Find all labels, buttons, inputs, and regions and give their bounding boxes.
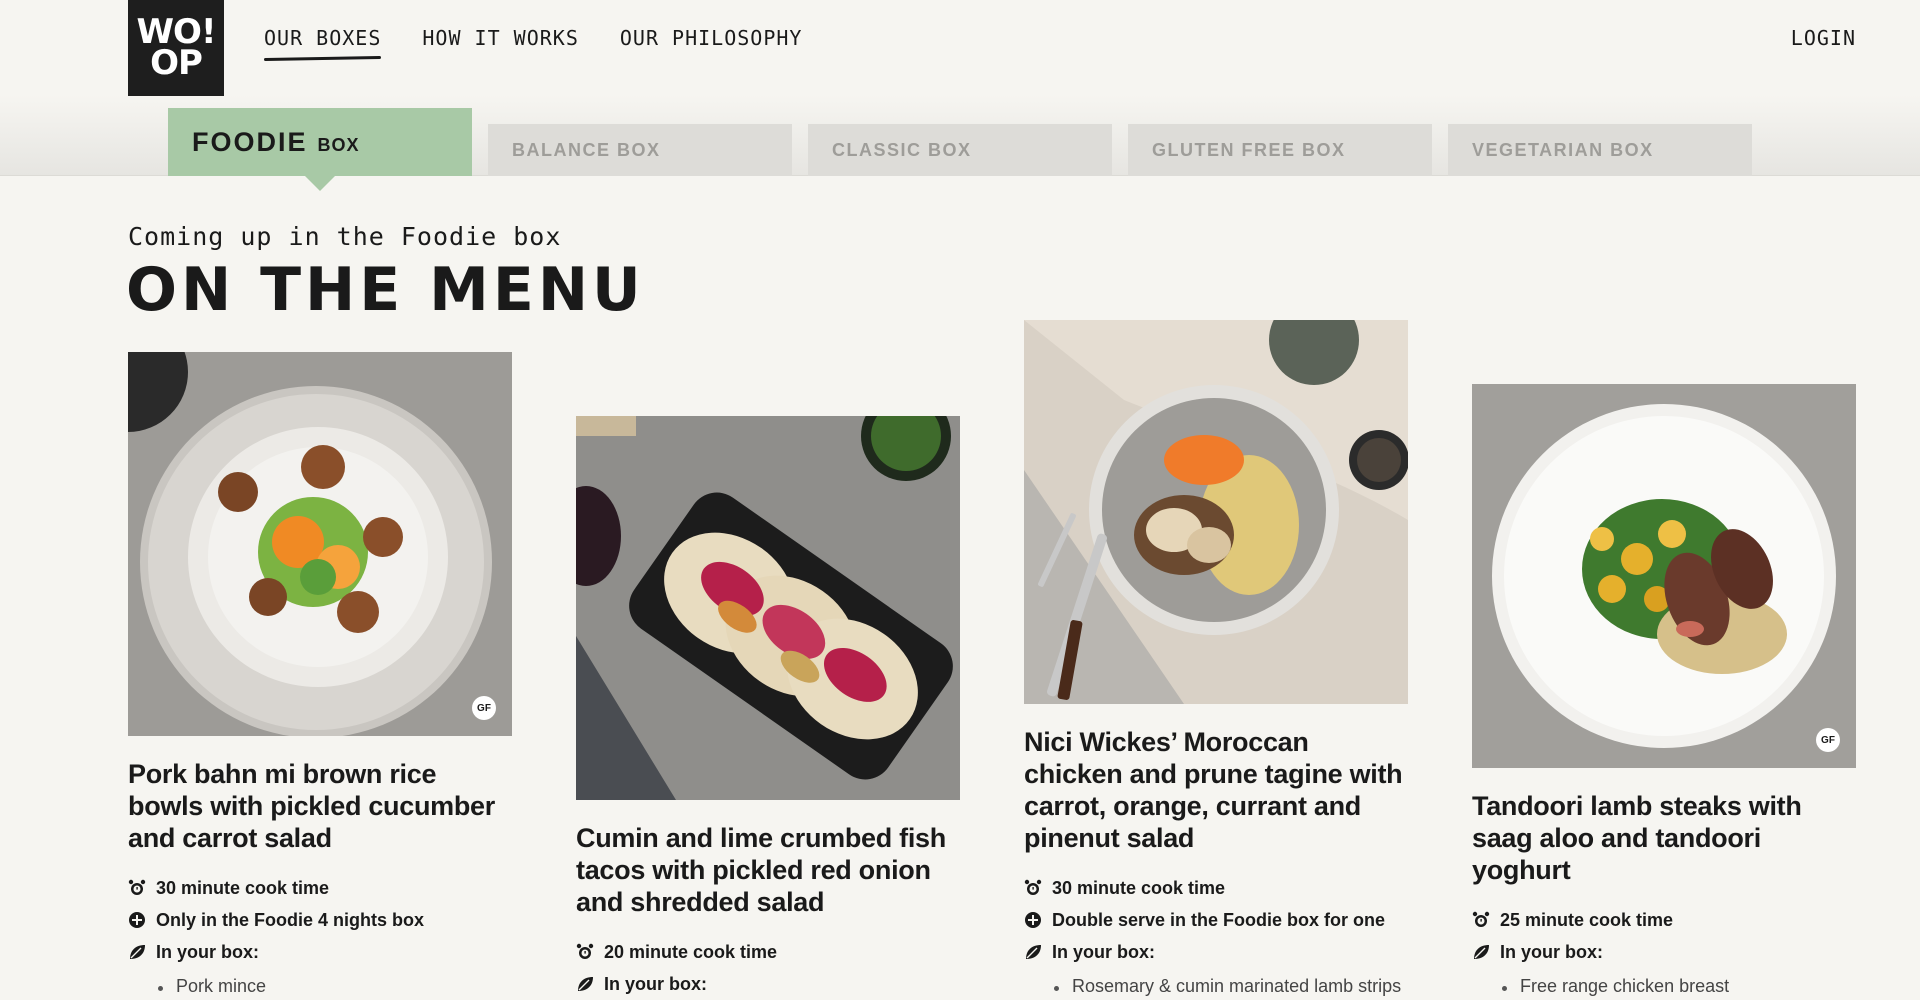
cook-time-text: 25 minute cook time xyxy=(1500,909,1674,930)
logo[interactable]: WO! OP xyxy=(128,0,224,96)
tab-classic-box[interactable]: CLASSIC BOX xyxy=(808,124,1112,176)
cook-time-row: 20 minute cook time xyxy=(576,936,960,968)
login-link[interactable]: LOGIN xyxy=(1791,26,1856,50)
tab-foodie-sub: BOX xyxy=(317,134,360,155)
cook-time-row: 30 minute cook time xyxy=(128,872,512,904)
recipe-card[interactable]: GF Pork bahn mi brown rice bowls with pi… xyxy=(128,352,512,1000)
ingredient-list: Rosemary & cumin marinated lamb strips xyxy=(1024,976,1408,1000)
recipe-title[interactable]: Nici Wickes’ Moroccan chicken and prune … xyxy=(1024,726,1408,854)
nav-our-philosophy[interactable]: OUR PHILOSOPHY xyxy=(620,26,803,56)
in-your-box-text: In your box: xyxy=(156,941,259,962)
alarm-clock-icon xyxy=(128,879,146,897)
cook-time-text: 20 minute cook time xyxy=(604,941,778,962)
recipe-title[interactable]: Pork bahn mi brown rice bowls with pickl… xyxy=(128,758,512,854)
recipe-title[interactable]: Tandoori lamb steaks with saag aloo and … xyxy=(1472,790,1856,886)
alarm-clock-icon xyxy=(576,943,594,961)
in-your-box-row: In your box: xyxy=(1024,936,1408,968)
recipe-meta: 30 minute cook time Only in the Foodie 4… xyxy=(128,872,512,968)
box-info-row: Only in the Foodie 4 nights box xyxy=(128,904,512,936)
recipe-meta: 25 minute cook time In your box: xyxy=(1472,904,1856,968)
tab-foodie-label: FOODIE xyxy=(192,126,308,157)
ingredient-item: Pork mince xyxy=(158,976,512,1000)
in-your-box-text: In your box: xyxy=(1500,941,1603,962)
plus-circle-icon xyxy=(128,911,146,929)
tab-foodie-box[interactable]: FOODIE BOX xyxy=(168,108,472,176)
alarm-clock-icon xyxy=(1024,879,1042,897)
recipe-card[interactable]: Cumin and lime crumbed fish tacos with p… xyxy=(576,416,960,1000)
tab-balance-box[interactable]: BALANCE BOX xyxy=(488,124,792,176)
nav-our-boxes[interactable]: OUR BOXES xyxy=(264,26,381,56)
ingredient-list: Pork mince xyxy=(128,976,512,1000)
box-info-text: Only in the Foodie 4 nights box xyxy=(156,909,425,930)
nav-how-it-works[interactable]: HOW IT WORKS xyxy=(422,26,579,56)
active-tab-pointer xyxy=(305,176,335,191)
menu-subheading: Coming up in the Foodie box xyxy=(128,222,562,251)
cook-time-text: 30 minute cook time xyxy=(156,877,330,898)
ingredient-item: Free range chicken breast xyxy=(1502,976,1856,1000)
ingredient-list: Free range chicken breast xyxy=(1472,976,1856,1000)
gluten-free-badge: GF xyxy=(472,696,496,720)
recipe-card[interactable]: Nici Wickes’ Moroccan chicken and prune … xyxy=(1024,320,1408,1000)
recipe-meta: 30 minute cook time Double serve in the … xyxy=(1024,872,1408,968)
in-your-box-row: In your box: xyxy=(576,968,960,1000)
recipe-meta: 20 minute cook time In your box: xyxy=(576,936,960,1000)
ingredient-item: Rosemary & cumin marinated lamb strips xyxy=(1054,976,1408,1000)
in-your-box-text: In your box: xyxy=(1052,941,1155,962)
recipe-image[interactable] xyxy=(1024,320,1408,704)
leaf-icon xyxy=(1024,943,1042,961)
in-your-box-row: In your box: xyxy=(128,936,512,968)
gluten-free-badge: GF xyxy=(1816,728,1840,752)
recipe-image[interactable]: GF xyxy=(128,352,512,736)
alarm-clock-icon xyxy=(1472,911,1490,929)
main-nav: OUR BOXES HOW IT WORKS OUR PHILOSOPHY xyxy=(264,26,802,56)
recipe-image[interactable]: GF xyxy=(1472,384,1856,768)
plus-circle-icon xyxy=(1024,911,1042,929)
leaf-icon xyxy=(1472,943,1490,961)
box-info-row: Double serve in the Foodie box for one xyxy=(1024,904,1408,936)
tab-gluten-free-box[interactable]: GLUTEN FREE BOX xyxy=(1128,124,1432,176)
tab-vegetarian-box[interactable]: VEGETARIAN BOX xyxy=(1448,124,1752,176)
cook-time-row: 25 minute cook time xyxy=(1472,904,1856,936)
logo-line-2: OP xyxy=(150,43,203,83)
recipe-card[interactable]: GF Tandoori lamb steaks with saag aloo a… xyxy=(1472,384,1856,1000)
recipe-image[interactable] xyxy=(576,416,960,800)
cook-time-row: 30 minute cook time xyxy=(1024,872,1408,904)
page-title: ON THE MENU xyxy=(126,255,645,325)
in-your-box-text: In your box: xyxy=(604,973,707,994)
in-your-box-row: In your box: xyxy=(1472,936,1856,968)
leaf-icon xyxy=(576,975,594,993)
box-info-text: Double serve in the Foodie box for one xyxy=(1052,909,1386,930)
leaf-icon xyxy=(128,943,146,961)
recipe-title[interactable]: Cumin and lime crumbed fish tacos with p… xyxy=(576,822,960,918)
cook-time-text: 30 minute cook time xyxy=(1052,877,1226,898)
